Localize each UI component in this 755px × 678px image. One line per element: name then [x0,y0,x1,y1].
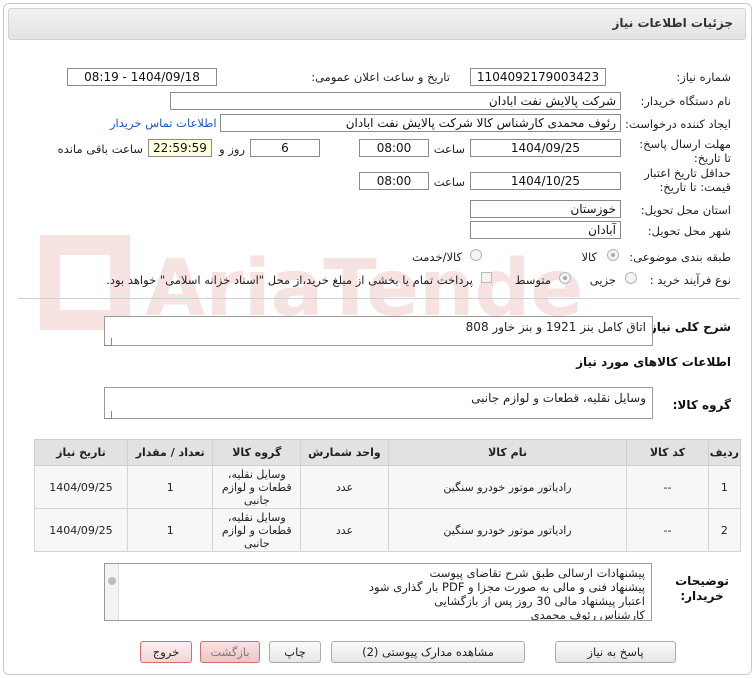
days-label: روز و [219,142,245,156]
reply-deadline-label: مهلت ارسال پاسخ: تا تاریخ: [639,137,731,165]
cell-qty: 1 [126,465,214,509]
note-line: پیشنهادات ارسالی طبق شرح تقاضای پیوست [429,566,645,580]
buyer-notes-box[interactable]: پیشنهادات ارسالی طبق شرح تقاضای پیوست پی… [104,563,652,621]
need-number-label: شماره نیاز: [676,70,731,84]
purchase-type-label: نوع فرآیند خرید : [649,273,731,287]
table-header-row: ردیف کد کالا نام کالا واحد شمارش گروه کا… [34,439,742,466]
cell-group: وسایل نقلیه، قطعات و لوازم جانبی [212,465,302,509]
col-group: گروه کالا [212,439,302,466]
contact-buyer-link[interactable]: اطلاعات تماس خریدار [110,116,217,130]
back-button[interactable]: بازگشت [200,641,260,663]
general-desc-label: شرح کلی نیاز: [645,320,731,334]
buyer-org-label: نام دستگاه خریدار: [640,94,731,108]
category-goods-service-radio[interactable] [470,249,482,261]
goods-group-text: وسایل نقلیه، قطعات و لوازم جانبی [471,391,646,405]
purchase-minor-label: جزیی [589,273,616,287]
col-row: ردیف [707,439,742,466]
col-date: تاریخ نیاز [34,439,128,466]
province-field: خوزستان [470,200,621,218]
validity-time-label: ساعت [433,175,465,189]
cell-row: 1 [707,465,742,509]
cell-row: 2 [707,508,742,552]
col-name: نام کالا [387,439,628,466]
col-qty: تعداد / مقدار [126,439,214,466]
table-row[interactable]: 1 -- رادیاتور موتور خودرو سنگین عدد وسای… [34,465,742,509]
cell-group: وسایل نقلیه، قطعات و لوازم جانبی [212,508,302,552]
province-label: استان محل تحویل: [640,203,731,217]
payment-note: پرداخت تمام یا بخشی از مبلغ خرید،از محل … [106,273,473,287]
divider [18,298,740,299]
cell-qty: 1 [126,508,214,552]
reply-time-label: ساعت [433,142,465,156]
scroll-thumb-icon[interactable] [108,577,116,585]
cell-unit: عدد [300,465,389,509]
validity-time-field: 08:00 [359,172,429,190]
notes-scrollbar[interactable] [105,564,119,620]
view-attachments-button[interactable]: مشاهده مدارک پیوستی (2) [331,641,525,663]
resize-grip-icon[interactable] [104,338,112,346]
goods-group-label: گروه کالا: [672,398,731,412]
exit-button[interactable]: خروج [140,641,192,663]
cell-date: 1404/09/25 [34,465,128,509]
general-desc-text: اتاق کامل بنز 1921 و بنز خاور 808 [465,320,646,334]
buyer-notes-label: توضیحات خریدار: [675,574,729,603]
goods-group-box: وسایل نقلیه، قطعات و لوازم جانبی [104,387,653,419]
note-line: پیشنهاد فنی و مالی به صورت مجزا و PDF با… [368,580,645,594]
category-goods-service-label: کالا/خدمت [411,250,462,264]
cell-code: -- [626,508,709,552]
announce-datetime-field: 1404/09/18 - 08:19 [67,68,217,86]
purchase-minor-radio[interactable] [625,272,637,284]
goods-info-heading: اطلاعات کالاهای مورد نیاز [576,355,731,369]
cell-date: 1404/09/25 [34,508,128,552]
city-label: شهر محل تحویل: [647,224,731,238]
print-button[interactable]: چاپ [269,641,321,663]
col-unit: واحد شمارش [300,439,389,466]
category-goods-radio[interactable] [607,249,619,261]
price-validity-label: حداقل تاریخ اعتبار قیمت: تا تاریخ: [644,166,731,194]
resize-grip-icon[interactable] [104,411,112,419]
requester-field: رئوف محمدی کارشناس کالا شرکت پالایش نفت … [220,114,621,132]
need-number-field: 1104092179003423 [470,68,606,86]
announce-datetime-label: تاریخ و ساعت اعلان عمومی: [311,70,450,84]
reply-date-field: 1404/09/25 [470,139,621,157]
buyer-org-field: شرکت پالایش نفت ابادان [170,92,621,110]
reply-time-field: 08:00 [359,139,429,157]
col-code: کد کالا [626,439,709,466]
treasury-checkbox[interactable] [481,272,492,283]
cell-name: رادیاتور موتور خودرو سنگین [387,508,628,552]
cell-unit: عدد [300,508,389,552]
days-field: 6 [250,139,320,157]
note-line: اعتبار پیشنهاد مالی 30 روز پس از بازگشای… [434,594,645,608]
remaining-time-field: 22:59:59 [148,139,212,157]
city-field: آبادان [470,221,621,239]
general-desc-box: اتاق کامل بنز 1921 و بنز خاور 808 [104,316,653,346]
requester-label: ایجاد کننده درخواست: [625,117,731,131]
category-goods-label: کالا [581,250,597,264]
items-table: ردیف کد کالا نام کالا واحد شمارش گروه کا… [34,439,742,552]
remaining-label: ساعت باقی مانده [57,142,143,156]
reply-button[interactable]: پاسخ به نیاز [555,641,676,663]
purchase-medium-radio[interactable] [559,272,571,284]
cell-code: -- [626,465,709,509]
purchase-medium-label: متوسط [514,273,551,287]
note-line: کارشناس رئوف محمدی [530,608,645,621]
cell-name: رادیاتور موتور خودرو سنگین [387,465,628,509]
table-row[interactable]: 2 -- رادیاتور موتور خودرو سنگین عدد وسای… [34,508,742,552]
window-title: جزئیات اطلاعات نیاز [8,8,746,40]
validity-date-field: 1404/10/25 [470,172,621,190]
category-label: طبقه بندی موضوعی: [629,250,731,264]
